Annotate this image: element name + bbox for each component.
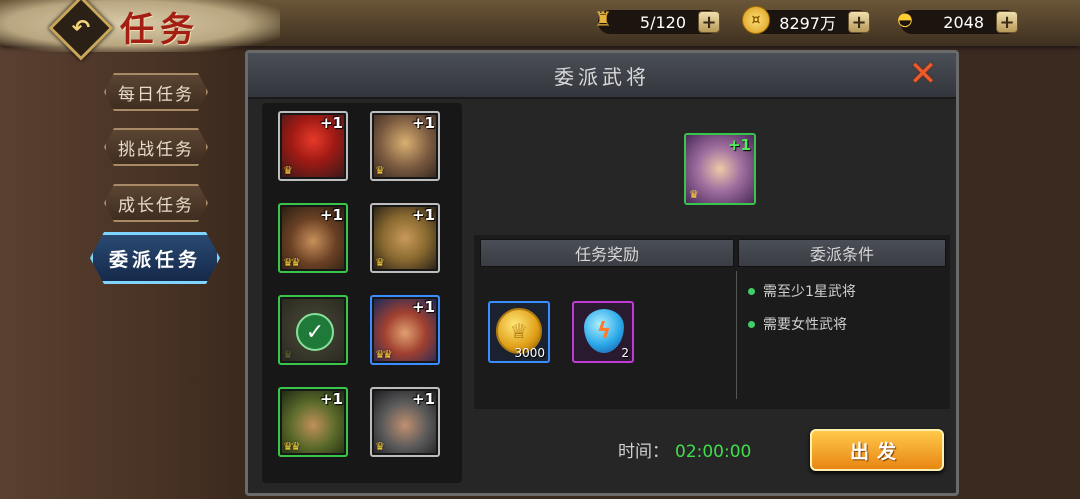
close-icon[interactable]: ✕ xyxy=(906,57,940,91)
add-stamina-button[interactable]: + xyxy=(698,11,720,33)
star-crown-icon: ♛ xyxy=(375,164,385,177)
reward-count: 3000 xyxy=(514,346,545,360)
bullet-icon xyxy=(748,287,755,295)
star-crown-icon: ♛ xyxy=(283,164,293,177)
condition-header: 委派条件 xyxy=(738,239,946,267)
blue-crystal-icon: ϟ xyxy=(584,309,624,353)
hero-slot[interactable]: +1 ♛♛ xyxy=(370,295,440,365)
level-plus: +1 xyxy=(319,390,343,408)
tab-daily[interactable]: 每日任务 xyxy=(104,73,208,111)
star-crown-icon: ♛ xyxy=(283,348,293,361)
copper-coin-icon: ¤ xyxy=(742,6,770,34)
reward-crystal[interactable]: ϟ 2 xyxy=(572,301,634,363)
bullet-icon xyxy=(748,320,755,328)
column-divider xyxy=(736,271,737,399)
level-plus: +1 xyxy=(319,114,343,132)
star-crown-icon: ♛ xyxy=(375,440,385,453)
reward-gold-coin[interactable]: ♕ 3000 xyxy=(488,301,550,363)
trophy-icon: ♜ xyxy=(594,7,612,31)
level-plus: +1 xyxy=(411,206,435,224)
selected-hero-slot[interactable]: +1 ♛ xyxy=(684,133,756,205)
delegate-dialog: 委派武将 ✕ +1 ♛ +1 ♛ +1 ♛♛ +1 ♛ ✓ ♛ +1 ♛♛ +1… xyxy=(245,50,959,496)
tab-challenge[interactable]: 挑战任务 xyxy=(104,128,208,166)
assigned-check-icon: ✓ xyxy=(296,313,334,351)
condition-item: 需要女性武将 xyxy=(748,314,847,334)
level-plus: +1 xyxy=(319,206,343,224)
hero-slot[interactable]: +1 ♛ xyxy=(370,203,440,273)
reward-count: 2 xyxy=(621,346,629,360)
hero-slot[interactable]: +1 ♛♛ xyxy=(278,387,348,457)
hero-slot[interactable]: +1 ♛ xyxy=(370,387,440,457)
page-title: 任务 xyxy=(120,10,200,50)
time-value: 02:00:00 xyxy=(675,442,752,462)
add-gold-button[interactable]: + xyxy=(996,11,1018,33)
level-plus: +1 xyxy=(411,298,435,316)
level-plus: +1 xyxy=(411,114,435,132)
time-row: 时间： 02:00:00 xyxy=(618,437,751,462)
depart-button[interactable]: 出发 xyxy=(810,429,944,471)
star-crown-icon: ♛♛ xyxy=(283,440,301,453)
hero-list: +1 ♛ +1 ♛ +1 ♛♛ +1 ♛ ✓ ♛ +1 ♛♛ +1 ♛♛ +1 … xyxy=(262,103,462,483)
hero-slot[interactable]: ✓ ♛ xyxy=(278,295,348,365)
star-crown-icon: ♛ xyxy=(689,188,699,201)
time-label: 时间： xyxy=(618,442,669,462)
hero-slot[interactable]: +1 ♛ xyxy=(370,111,440,181)
star-crown-icon: ♛♛ xyxy=(375,348,393,361)
resource-gold: ◓ 2048 + xyxy=(897,9,1018,34)
dialog-header: 委派武将 ✕ xyxy=(248,53,956,99)
level-plus: +1 xyxy=(727,136,751,154)
mission-info-panel: 任务奖励 委派条件 ♕ 3000 ϟ 2 需至少1星武将 需要女性武将 xyxy=(474,235,950,409)
resource-copper: ¤ 8297万 + xyxy=(742,6,870,34)
reward-header: 任务奖励 xyxy=(480,239,734,267)
gold-ingot-icon: ◓ xyxy=(897,8,913,30)
hero-slot[interactable]: +1 ♛ xyxy=(278,111,348,181)
condition-item: 需至少1星武将 xyxy=(748,281,856,301)
condition-text: 需至少1星武将 xyxy=(763,284,856,300)
tab-delegate[interactable]: 委派任务 xyxy=(90,232,220,284)
hero-slot[interactable]: +1 ♛♛ xyxy=(278,203,348,273)
add-copper-button[interactable]: + xyxy=(848,11,870,33)
resource-stamina: ♜ 5/120 + xyxy=(594,7,720,34)
level-plus: +1 xyxy=(411,390,435,408)
star-crown-icon: ♛♛ xyxy=(283,256,301,269)
dialog-title: 委派武将 xyxy=(554,65,650,89)
tab-growth[interactable]: 成长任务 xyxy=(104,184,208,222)
star-crown-icon: ♛ xyxy=(375,256,385,269)
condition-text: 需要女性武将 xyxy=(763,317,847,333)
back-arrow-icon: ↶ xyxy=(71,15,91,41)
